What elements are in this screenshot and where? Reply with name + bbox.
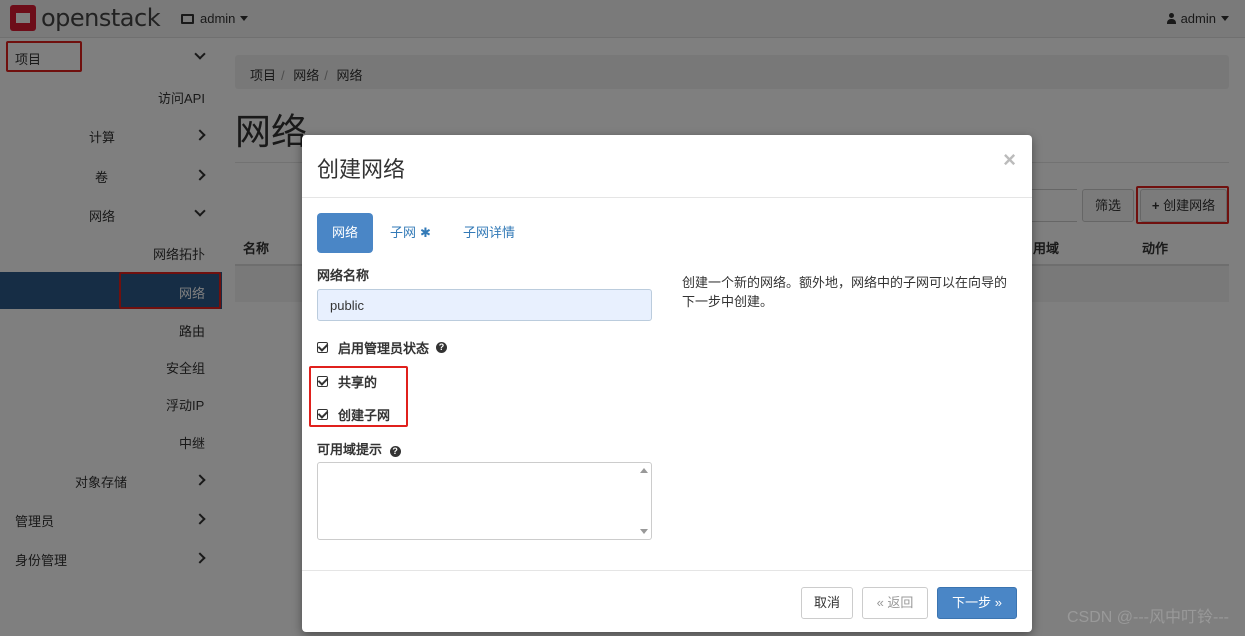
az-hint-label-text: 可用域提示 bbox=[317, 442, 383, 457]
tab-label: 子网 bbox=[390, 225, 417, 240]
az-hint-select[interactable] bbox=[317, 462, 652, 540]
create-network-modal: 创建网络 × 网络 子网✱ 子网详情 网络名称 启用管理员状态 ? 共享的 创建… bbox=[302, 135, 1032, 632]
admin-state-label: 启用管理员状态 bbox=[338, 341, 430, 356]
question-circle-icon[interactable]: ? bbox=[436, 342, 448, 353]
scroll-down-icon[interactable] bbox=[640, 529, 648, 534]
close-icon[interactable]: × bbox=[1003, 147, 1016, 173]
cancel-button[interactable]: 取消 bbox=[801, 587, 853, 619]
back-button[interactable]: « 返回 bbox=[862, 587, 928, 619]
wizard-tabs: 网络 子网 ✱ 子网详情 bbox=[317, 213, 532, 253]
required-asterisk-icon: ✱ bbox=[420, 225, 431, 240]
question-circle-icon[interactable]: ? bbox=[389, 446, 401, 457]
modal-header: 创建网络 × bbox=[302, 135, 1032, 198]
modal-footer: 取消 « 返回 下一步 » bbox=[302, 570, 1032, 632]
scroll-up-icon[interactable] bbox=[640, 468, 648, 473]
network-name-label: 网络名称 bbox=[317, 268, 370, 283]
admin-state-checkbox-row[interactable]: 启用管理员状态 ? bbox=[317, 338, 448, 357]
watermark: CSDN @---风中叮铃--- bbox=[1067, 609, 1229, 626]
admin-state-checkbox[interactable] bbox=[317, 342, 328, 353]
help-text: 创建一个新的网络。额外地，网络中的子网可以在向导的下一步中创建。 bbox=[682, 275, 1008, 309]
network-name-input[interactable] bbox=[317, 289, 652, 321]
next-button[interactable]: 下一步 » bbox=[937, 587, 1017, 619]
tab-network[interactable]: 网络 bbox=[317, 213, 374, 253]
tab-subnet[interactable]: 子网 ✱ bbox=[375, 213, 446, 253]
tab-subnet-details[interactable]: 子网详情 bbox=[448, 213, 530, 253]
az-hint-label: 可用域提示 ? bbox=[317, 439, 401, 458]
modal-title: 创建网络 bbox=[317, 157, 406, 182]
annotation-box bbox=[309, 366, 408, 427]
